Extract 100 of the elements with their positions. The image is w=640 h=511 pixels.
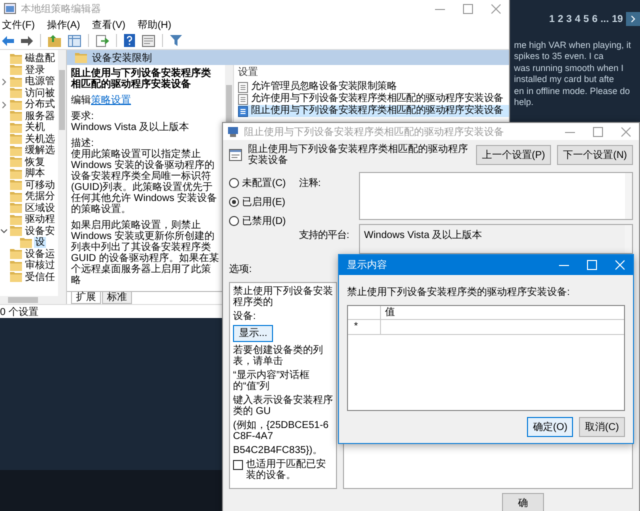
setting-icon (238, 82, 248, 92)
page-link[interactable]: ... (600, 14, 609, 24)
window-title: 显示内容 (347, 258, 387, 272)
dialog-button[interactable]: 取消(C) (579, 417, 625, 437)
option-text: (例如，{25DBCE51-6C8F-4A7 (233, 420, 330, 442)
tree-item[interactable]: 凭据分 (24, 191, 56, 202)
folder-icon[interactable] (48, 34, 61, 46)
folder-icon (10, 226, 22, 236)
show-button[interactable]: 显示... (233, 325, 274, 342)
window-title: 本地组策略编辑器 (21, 2, 101, 16)
option-text: 若要创建设备类的列表，请单击 (233, 345, 324, 367)
tree-item[interactable]: 可移动 (24, 180, 56, 191)
menu-item[interactable]: 帮助(H) (137, 18, 172, 32)
page-link[interactable]: 1 (549, 14, 555, 24)
folder-icon (10, 180, 22, 190)
policy-icon (229, 149, 242, 161)
folder-icon (20, 238, 32, 248)
help-icon[interactable] (124, 34, 135, 47)
tree-item[interactable]: 分布式 (24, 99, 56, 110)
radio-label[interactable]: 已禁用(D) (242, 214, 286, 228)
tree-item[interactable]: 脚本 (24, 168, 46, 180)
description-text: 如果启用此策略设置，则禁止 Windows 安装或更新你所创建的列表中列出了其设备安装程序类 GUID 的设备驱动程序。如果在某个远程桌面服务器上启用了此策略 (71, 220, 219, 286)
page-link[interactable]: 6 (592, 14, 598, 24)
radio-button[interactable] (229, 197, 239, 207)
setting-row[interactable]: 阻止使用与下列设备安装程序类相匹配的驱动程序安装设备 (238, 105, 509, 117)
tree-item[interactable]: 登录 (24, 64, 46, 76)
field-label: 注释: (299, 176, 322, 191)
dialog-button[interactable]: 确 (502, 493, 544, 511)
menu-item[interactable]: 操作(A) (46, 18, 80, 32)
post-text: en in offline mode. Please do help. (514, 86, 631, 108)
scrollbar[interactable] (625, 173, 632, 219)
export-icon[interactable] (96, 34, 109, 46)
pane-view-icon[interactable] (68, 34, 81, 46)
comment-field[interactable] (359, 172, 633, 220)
tree-item[interactable]: 驱动程 (24, 214, 56, 226)
page-link[interactable]: 19 (612, 14, 623, 24)
list-window-icon[interactable] (142, 34, 155, 46)
dialog-button[interactable]: 确定(O) (527, 417, 573, 437)
app-icon (227, 126, 239, 137)
tree-item[interactable]: 恢复 (24, 156, 46, 168)
folder-icon (10, 260, 22, 271)
page-link[interactable]: 4 (574, 14, 580, 24)
value-table[interactable]: 值 * (347, 305, 625, 411)
option-text: 键入表示设备安装程序类的 GU (233, 395, 333, 417)
tree-item[interactable]: 审核过 (24, 260, 56, 272)
edit-label: 编辑 (71, 95, 91, 106)
folder-icon (10, 134, 22, 144)
scrollbar[interactable] (0, 296, 66, 304)
scrollbar[interactable] (625, 225, 632, 253)
pane-title: 设备安装限制 (92, 52, 152, 64)
page-link[interactable]: 3 (566, 14, 572, 24)
tree-item[interactable]: 磁盘配 (24, 53, 56, 64)
column-header: 值 (384, 306, 396, 319)
checkbox-label[interactable]: 也适用于匹配已安装的设备。 (246, 459, 333, 481)
folder-icon (10, 65, 22, 76)
setting-row[interactable]: 允许管理员忽略设备安装限制策略 (238, 81, 509, 93)
forward-arrow-icon[interactable] (21, 36, 33, 46)
radio-button[interactable] (229, 178, 239, 188)
setting-row[interactable]: 允许使用与下列设备安装程序类相匹配的驱动程序安装设备 (238, 93, 509, 105)
tree-item[interactable]: 受信任 (24, 272, 56, 283)
prompt-text: 禁止使用下列设备安装程序类的驱动程序安装设备: (346, 286, 571, 300)
section-label: 选项: (229, 264, 252, 275)
app-icon (4, 3, 16, 14)
radio-label[interactable]: 已启用(E) (242, 195, 286, 209)
policy-settings-link[interactable]: 策略设置 (91, 95, 131, 106)
view-tab[interactable]: 扩展 (71, 292, 101, 304)
radio-button[interactable] (229, 216, 239, 226)
radio-label[interactable]: 未配置(C) (242, 176, 286, 190)
view-tab[interactable]: 标准 (102, 292, 132, 304)
page-link[interactable]: 2 (558, 14, 564, 24)
folder-icon (10, 111, 22, 122)
tree-item[interactable]: 设备运 (24, 248, 56, 260)
folder-icon (10, 122, 22, 133)
next-page-button[interactable] (626, 12, 640, 26)
tree-item[interactable]: 设 (34, 237, 46, 248)
menu-item[interactable]: 文件(F) (2, 18, 35, 32)
tree-item[interactable]: 电源管 (24, 76, 56, 88)
tree-item[interactable]: 关机 (24, 122, 46, 134)
field-label: 支持的平台: (299, 228, 350, 243)
tree-item[interactable]: 服务器 (24, 110, 56, 122)
nav-button[interactable]: 上一个设置(P) (476, 145, 552, 165)
chevron-icon (630, 15, 636, 23)
tree-item[interactable]: 缓解选 (24, 145, 56, 156)
scrollbar[interactable] (58, 50, 66, 296)
folder-icon (10, 214, 22, 225)
folder-icon (10, 54, 22, 64)
back-arrow-icon[interactable] (2, 36, 14, 46)
tree-item[interactable]: 设备安 (24, 226, 56, 237)
folder-icon (10, 76, 22, 87)
tree-item[interactable]: 区域设 (24, 202, 56, 214)
filter-icon[interactable] (170, 35, 182, 46)
folder-icon (10, 203, 22, 214)
nav-button[interactable]: 下一个设置(N) (557, 145, 633, 165)
tree-item[interactable]: 关机选 (24, 134, 56, 145)
menu-item[interactable]: 查看(V) (92, 18, 126, 32)
requirements-text: Windows Vista 及以上版本 (71, 122, 190, 133)
page-link[interactable]: 5 (583, 14, 589, 24)
folder-icon (10, 249, 22, 260)
tree-item[interactable]: 访问被 (24, 88, 56, 99)
checkbox[interactable] (233, 460, 243, 470)
